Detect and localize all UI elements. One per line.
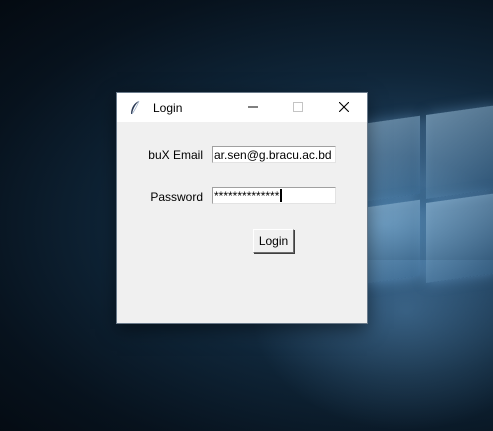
- desktop-background: Login buX Email ar.sen@g.bracu.ac.bd Pas…: [0, 0, 493, 431]
- email-field[interactable]: ar.sen@g.bracu.ac.bd: [212, 146, 336, 163]
- window-title: Login: [153, 100, 183, 115]
- minimize-icon: [248, 99, 258, 117]
- maximize-button[interactable]: [275, 93, 321, 122]
- login-window: Login buX Email ar.sen@g.bracu.ac.bd Pas…: [117, 93, 367, 323]
- maximize-icon: [293, 99, 303, 117]
- feather-icon: [127, 100, 143, 116]
- minimize-button[interactable]: [230, 93, 276, 122]
- windows-logo-wallpaper: [360, 104, 493, 290]
- close-button[interactable]: [321, 93, 367, 122]
- password-value: **************: [214, 189, 280, 203]
- close-icon: [338, 99, 350, 117]
- title-bar[interactable]: Login: [117, 93, 367, 122]
- email-label: buX Email: [148, 148, 203, 162]
- login-button[interactable]: Login: [253, 229, 294, 253]
- email-value: ar.sen@g.bracu.ac.bd: [214, 148, 332, 162]
- text-caret: [280, 189, 283, 202]
- password-label: Password: [150, 190, 203, 204]
- password-field[interactable]: **************: [212, 187, 336, 204]
